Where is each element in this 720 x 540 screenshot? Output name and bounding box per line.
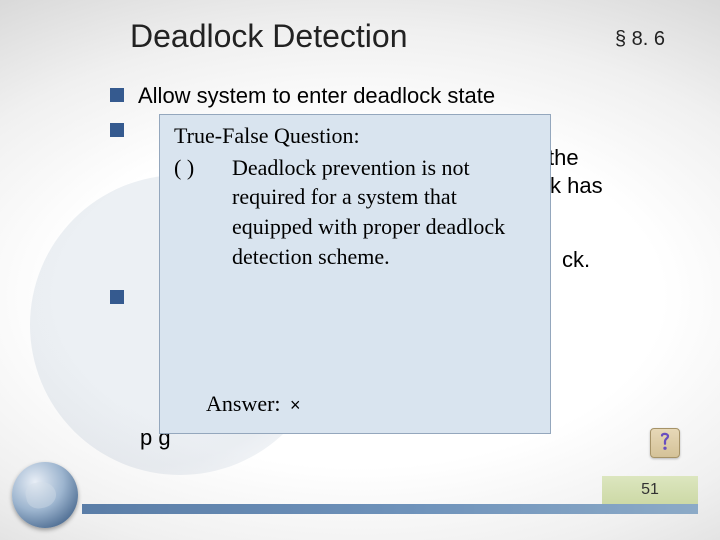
question-card: True-False Question: ( )Deadlock prevent… bbox=[159, 114, 551, 434]
page-title: Deadlock Detection bbox=[130, 18, 407, 55]
help-icon bbox=[656, 432, 674, 454]
page-number: 51 bbox=[641, 481, 659, 499]
answer-label: Answer: bbox=[206, 391, 281, 416]
help-button[interactable] bbox=[650, 428, 680, 458]
square-bullet-icon bbox=[110, 88, 124, 102]
obscured-text-fragment: k has bbox=[550, 172, 603, 201]
footer-divider-bar bbox=[82, 504, 698, 514]
square-bullet-icon bbox=[110, 123, 124, 137]
bullet-text: Allow system to enter deadlock state bbox=[138, 82, 670, 111]
page-number-badge: 51 bbox=[602, 476, 698, 504]
slide: Deadlock Detection § 8. 6 Allow system t… bbox=[0, 0, 720, 540]
globe-icon bbox=[6, 456, 84, 534]
question-line: required for a system that bbox=[232, 182, 538, 212]
square-bullet-icon bbox=[110, 290, 124, 304]
obscured-text-fragment: the bbox=[548, 144, 579, 173]
answer-blank: ( ) bbox=[174, 153, 232, 183]
answer-row: Answer: × bbox=[206, 391, 301, 417]
question-line: equipped with proper deadlock bbox=[232, 212, 538, 242]
obscured-text-fragment: ck. bbox=[562, 246, 590, 275]
answer-mark: × bbox=[286, 395, 301, 415]
list-item: Allow system to enter deadlock state bbox=[110, 82, 670, 111]
section-reference: § 8. 6 bbox=[615, 28, 665, 51]
question-line: detection scheme. bbox=[232, 242, 538, 272]
question-stem: ( )Deadlock prevention is not required f… bbox=[174, 153, 538, 272]
question-line: Deadlock prevention is not bbox=[232, 155, 470, 180]
question-heading: True-False Question: bbox=[174, 121, 538, 151]
